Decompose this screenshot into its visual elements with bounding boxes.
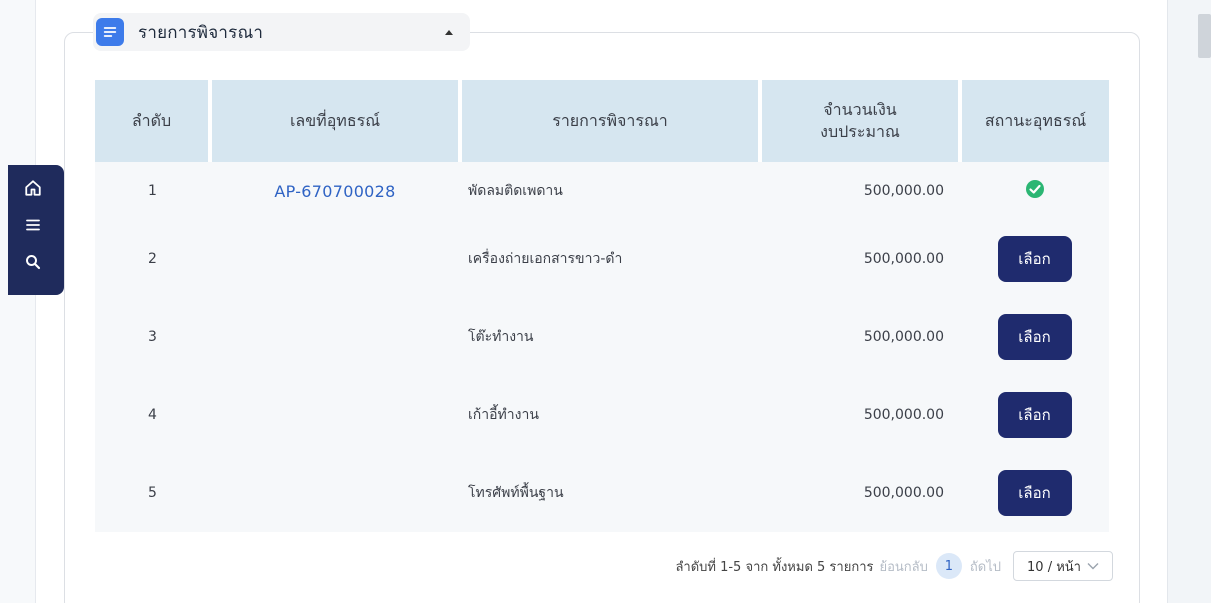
cell-doc-no: AP-670700028 (210, 162, 460, 220)
cell-item: เก้าอี้ทำงาน (468, 407, 539, 423)
select-button[interactable]: เลือก (997, 470, 1072, 516)
select-button[interactable]: เลือก (997, 392, 1072, 438)
select-button[interactable]: เลือก (997, 236, 1072, 282)
list-icon (103, 27, 117, 37)
cell-status: เลือก (960, 454, 1109, 532)
cell-status: เลือก (960, 220, 1109, 298)
review-table: ลำดับ เลขที่อุทธรณ์ รายการพิจารณา จำนวนเ… (95, 80, 1109, 532)
cell-amount: 500,000.00 (863, 407, 944, 423)
check-circle-icon (1025, 180, 1044, 198)
page-right-gutter (1167, 0, 1211, 603)
scrollbar-thumb[interactable] (1198, 14, 1211, 58)
col-header-status: สถานะอุทธรณ์ (960, 80, 1109, 162)
cell-doc-no (210, 376, 460, 454)
menu-icon (26, 219, 40, 231)
panel-header: รายการพิจารณา (93, 13, 470, 51)
caret-up-icon[interactable] (443, 28, 455, 36)
col-header-amount: จำนวนเงิน งบประมาณ (760, 80, 962, 162)
page-left-gutter (0, 0, 36, 603)
table-row: 5 โทรศัพท์พื้นฐาน 500,000.00 เลือก (95, 454, 1109, 532)
menu-button[interactable] (22, 214, 44, 236)
search-icon (26, 255, 41, 270)
pagination-summary: ลำดับที่ 1-5 จาก ทั้งหมด 5 รายการ (675, 559, 874, 575)
cell-num: 1 (148, 183, 157, 199)
current-page-button[interactable]: 1 (935, 553, 962, 579)
floating-side-toolbar (8, 165, 64, 295)
cell-doc-no (210, 454, 460, 532)
prev-page-link[interactable]: ย้อนกลับ (879, 556, 927, 577)
page-size-value: 10 / หน้า (1027, 559, 1081, 575)
table-row: 2 เครื่องถ่ายเอกสารขาว-ดำ 500,000.00 เลื… (95, 220, 1109, 298)
cell-item: โทรศัพท์พื้นฐาน (468, 485, 564, 501)
cell-item: พัดลมติดเพดาน (468, 183, 563, 199)
cell-num: 3 (148, 329, 157, 345)
search-button[interactable] (22, 251, 44, 273)
col-header-doc-no: เลขที่อุทธรณ์ (210, 80, 462, 162)
cell-status: เลือก (960, 298, 1109, 376)
cell-item: เครื่องถ่ายเอกสารขาว-ดำ (468, 251, 623, 267)
cell-status: เลือก (960, 376, 1109, 454)
table-header-row: ลำดับ เลขที่อุทธรณ์ รายการพิจารณา จำนวนเ… (95, 80, 1109, 162)
cell-amount: 500,000.00 (863, 485, 944, 501)
cell-status (960, 162, 1109, 220)
home-button[interactable] (22, 177, 44, 199)
col-header-num: ลำดับ (95, 80, 212, 162)
cell-num: 4 (148, 407, 157, 423)
next-page-link[interactable]: ถัดไป (970, 556, 1001, 577)
cell-doc-no (210, 220, 460, 298)
cell-amount: 500,000.00 (863, 251, 944, 267)
cell-num: 2 (148, 251, 157, 267)
cell-doc-no (210, 298, 460, 376)
cell-item: โต๊ะทำงาน (468, 329, 534, 345)
list-icon-box (96, 18, 124, 46)
cell-num: 5 (148, 485, 157, 501)
col-header-item: รายการพิจารณา (460, 80, 762, 162)
table-row: 3 โต๊ะทำงาน 500,000.00 เลือก (95, 298, 1109, 376)
doc-no-link[interactable]: AP-670700028 (274, 182, 395, 201)
select-button[interactable]: เลือก (997, 314, 1072, 360)
col-header-amount-line1: จำนวนเงิน (823, 100, 897, 119)
cell-amount: 500,000.00 (863, 329, 944, 345)
home-icon (25, 180, 41, 196)
table-row: 1 AP-670700028 พัดลมติดเพดาน 500,000.00 (95, 162, 1109, 220)
pagination: ลำดับที่ 1-5 จาก ทั้งหมด 5 รายการ ย้อนกล… (675, 550, 1113, 582)
chevron-down-icon (1087, 563, 1099, 570)
page-size-select[interactable]: 10 / หน้า (1013, 551, 1113, 581)
cell-amount: 500,000.00 (863, 183, 944, 199)
table-row: 4 เก้าอี้ทำงาน 500,000.00 เลือก (95, 376, 1109, 454)
col-header-amount-line2: งบประมาณ (820, 122, 900, 141)
panel-title: รายการพิจารณา (138, 22, 264, 43)
